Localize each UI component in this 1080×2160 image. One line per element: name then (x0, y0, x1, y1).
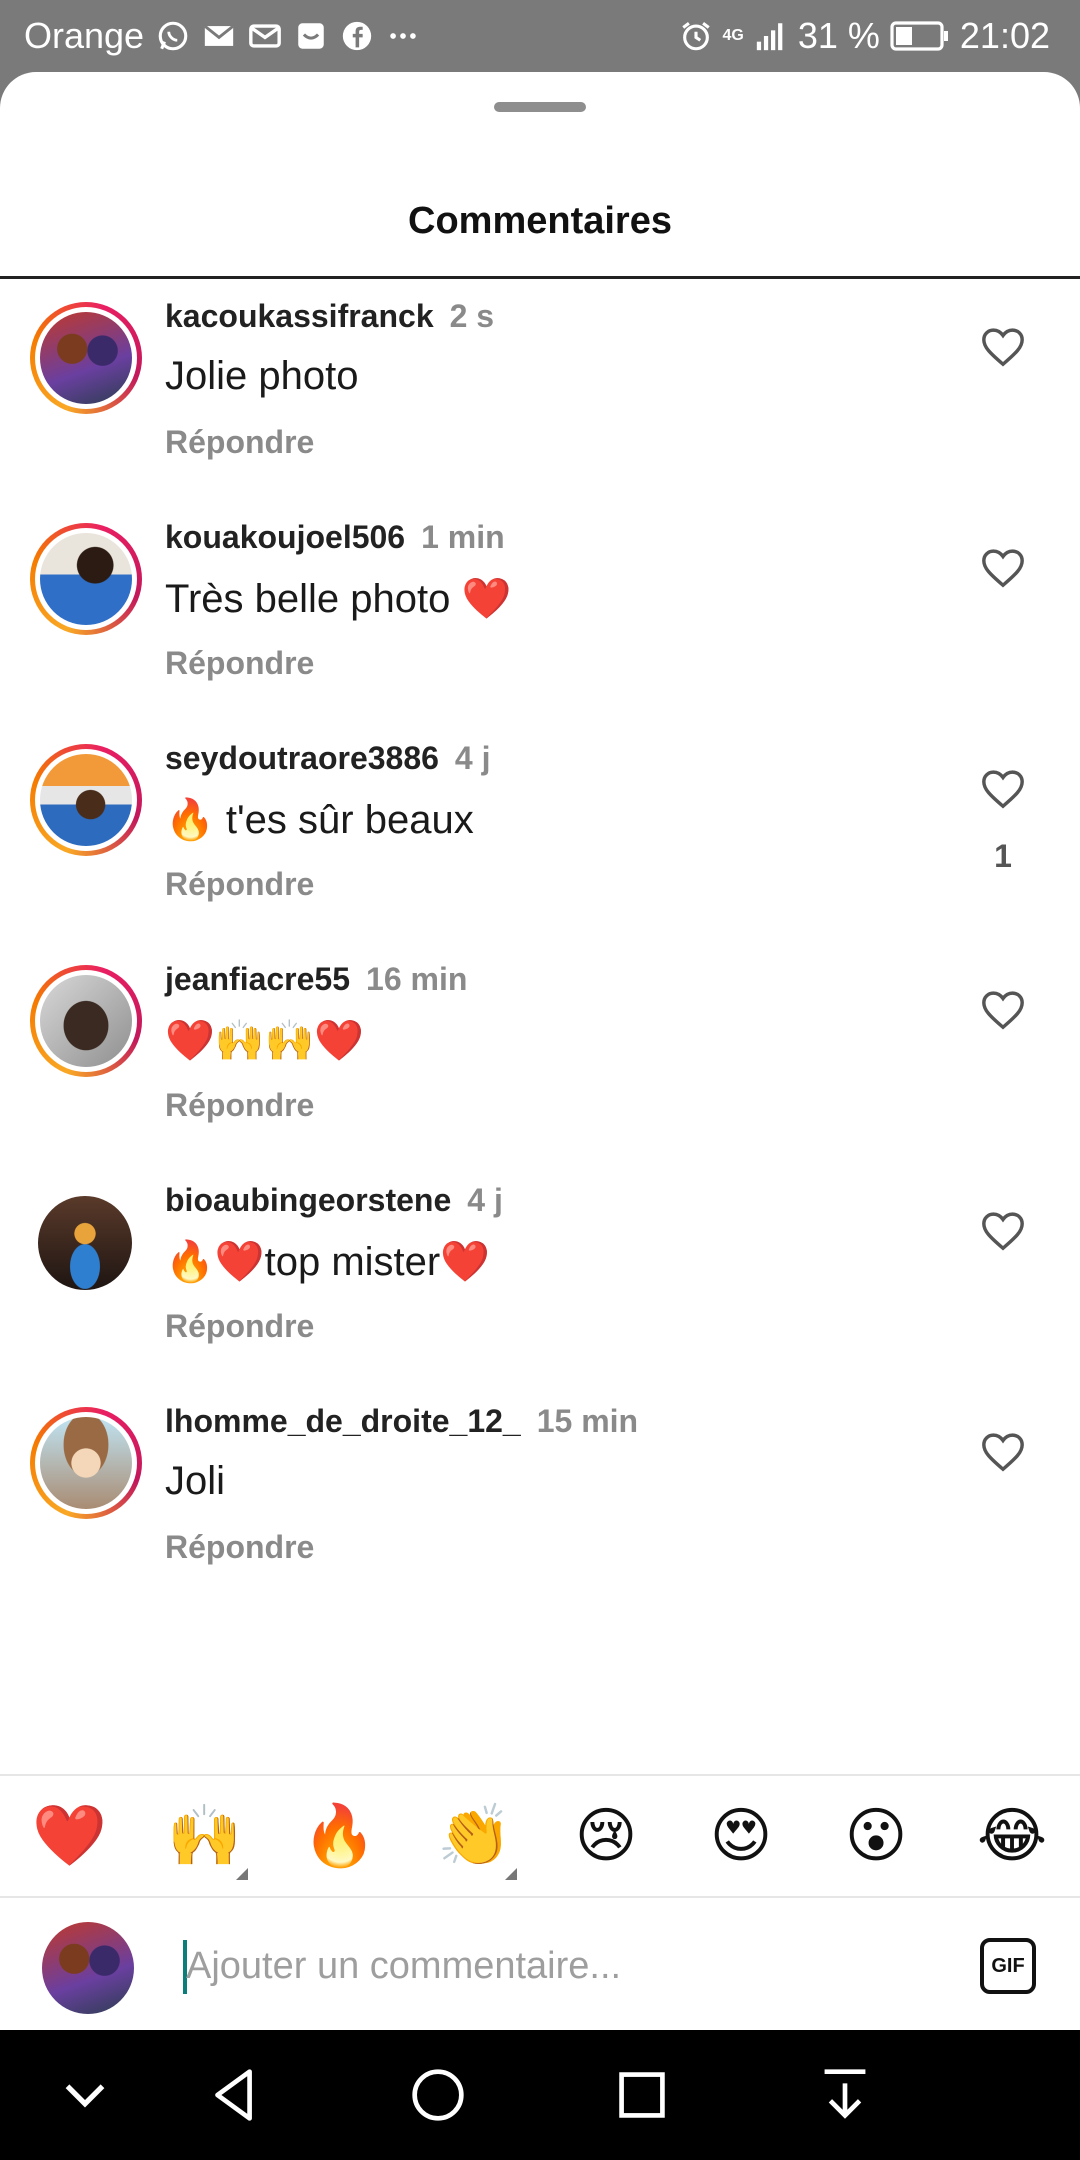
comment-text: Jolie photo (165, 354, 359, 398)
carrier-label: Orange (24, 15, 145, 56)
comment-item: seydoutraore3886 4 j 🔥 t'es sûr beaux Rép… (0, 738, 1080, 959)
mail-icon (204, 24, 235, 46)
avatar[interactable] (30, 965, 142, 1077)
comment-time: 2 s (449, 298, 495, 334)
reply-button[interactable]: Répondre (165, 1529, 314, 1566)
avatar[interactable] (30, 302, 142, 414)
comment-time: 4 j (454, 740, 491, 776)
avatar-image (40, 975, 132, 1067)
recents-icon[interactable] (607, 2060, 677, 2130)
gmail-icon (249, 24, 281, 48)
emoji-heart-eyes-button[interactable]: 😍 (707, 1802, 775, 1870)
comments-sheet: Commentaires kacoukassifranck 2 s Jolie p… (0, 72, 1080, 2030)
signal-icon (756, 23, 783, 51)
reply-button[interactable]: Répondre (165, 866, 314, 903)
navigation-bar (0, 2030, 1080, 2160)
heart-icon[interactable] (980, 1208, 1026, 1254)
comment-text: Très belle photo ❤️ (165, 577, 512, 621)
home-icon[interactable] (403, 2060, 473, 2130)
sheet-title: Commentaires (408, 200, 672, 242)
reply-button[interactable]: Répondre (165, 1087, 314, 1124)
avatar[interactable] (30, 523, 142, 635)
emoji-bar: ❤️ 🙌 🔥 👏 😢 😍 😮 😂 (0, 1776, 1080, 1896)
comment-item: bioaubingeorstene 4 j 🔥❤️top mister❤️ Rép… (0, 1180, 1080, 1401)
status-bar-left: Orange (24, 14, 420, 58)
drag-handle[interactable] (494, 102, 586, 112)
comment-text: ❤️🙌🙌❤️ (165, 1019, 365, 1063)
emoji-raised-hands-button[interactable]: 🙌 (167, 1802, 242, 1870)
facebook-icon (342, 21, 372, 51)
comment-item: kacoukassifranck 2 s Jolie photo Répondre (0, 296, 1080, 517)
comment-text: 🔥❤️top mister❤️ (165, 1240, 491, 1284)
battery-percent: 31 % (797, 15, 880, 56)
emoji-laughing-button[interactable]: 😂 (977, 1802, 1047, 1870)
comment-text: Joli (165, 1459, 226, 1503)
reply-button[interactable]: Répondre (165, 645, 314, 682)
reply-button[interactable]: Répondre (165, 424, 314, 461)
heart-icon[interactable] (980, 766, 1026, 812)
inbox-icon (298, 23, 324, 49)
avatar[interactable] (30, 744, 142, 856)
heart-icon[interactable] (980, 545, 1026, 591)
comments-list: kacoukassifranck 2 s Jolie photo Répondre… (0, 296, 1080, 1622)
avatar[interactable] (38, 1196, 132, 1290)
comment-item: jeanfiacre55 16 min ❤️🙌🙌❤️ Répondre (0, 959, 1080, 1180)
comment-item: lhomme_de_droite_12_ 15 min Joli Répondre (0, 1401, 1080, 1622)
whatsapp-icon (158, 21, 188, 51)
emoji-crying-button[interactable]: 😢 (572, 1802, 640, 1870)
avatar[interactable] (30, 1407, 142, 1519)
comment-username[interactable]: kacoukassifranck 2 s (165, 298, 494, 335)
avatar-image (40, 312, 132, 404)
comment-time: 15 min (536, 1403, 639, 1439)
comment-username[interactable]: jeanfiacre55 16 min (165, 961, 467, 998)
comment-time: 16 min (366, 961, 468, 997)
more-icon (390, 33, 416, 39)
emoji-fire-button[interactable]: 🔥 (302, 1802, 377, 1870)
heart-icon[interactable] (980, 324, 1026, 370)
emoji-clapping-button[interactable]: 👏 (437, 1802, 512, 1870)
emoji-heart-button[interactable]: ❤️ (32, 1802, 107, 1870)
avatar-image (38, 1196, 132, 1290)
back-icon[interactable] (200, 2060, 270, 2130)
comment-username[interactable]: lhomme_de_droite_12_ 15 min (165, 1403, 638, 1440)
comment-input[interactable] (186, 1934, 946, 1998)
comment-username[interactable]: kouakoujoel506 1 min (165, 519, 505, 556)
chevron-down-icon[interactable] (50, 2060, 120, 2130)
comment-text: 🔥 t'es sûr beaux (165, 798, 474, 842)
avatar-image (40, 754, 132, 846)
comment-item: kouakoujoel506 1 min Très belle photo ❤️ … (0, 517, 1080, 738)
comment-composer: GIF (0, 1898, 1080, 2030)
avatar-image (40, 1417, 132, 1509)
comment-time: 4 j (467, 1182, 503, 1218)
like-count: 1 (994, 838, 1012, 874)
heart-icon[interactable] (980, 1429, 1026, 1475)
gif-button[interactable]: GIF (980, 1938, 1036, 1994)
network-label: 4G (722, 27, 744, 44)
comment-time: 1 min (421, 519, 505, 555)
skin-tone-indicator (236, 1868, 248, 1880)
clock: 21:02 (959, 15, 1050, 56)
comment-username[interactable]: seydoutraore3886 4 j (165, 740, 491, 777)
pull-down-icon[interactable] (810, 2060, 880, 2130)
heart-icon[interactable] (980, 987, 1026, 1033)
comment-username[interactable]: bioaubingeorstene 4 j (165, 1182, 503, 1219)
alarm-icon (681, 22, 710, 51)
emoji-surprised-button[interactable]: 😮 (842, 1802, 910, 1870)
avatar (42, 1922, 134, 2014)
avatar-image (40, 533, 132, 625)
skin-tone-indicator (505, 1868, 517, 1880)
reply-button[interactable]: Répondre (165, 1308, 314, 1345)
status-bar-right: 4G 31 % 21:02 (679, 14, 1050, 58)
status-bar: Orange 4G 31 % 21:02 (0, 0, 1080, 72)
battery-icon (890, 21, 948, 51)
title-divider (0, 276, 1080, 279)
